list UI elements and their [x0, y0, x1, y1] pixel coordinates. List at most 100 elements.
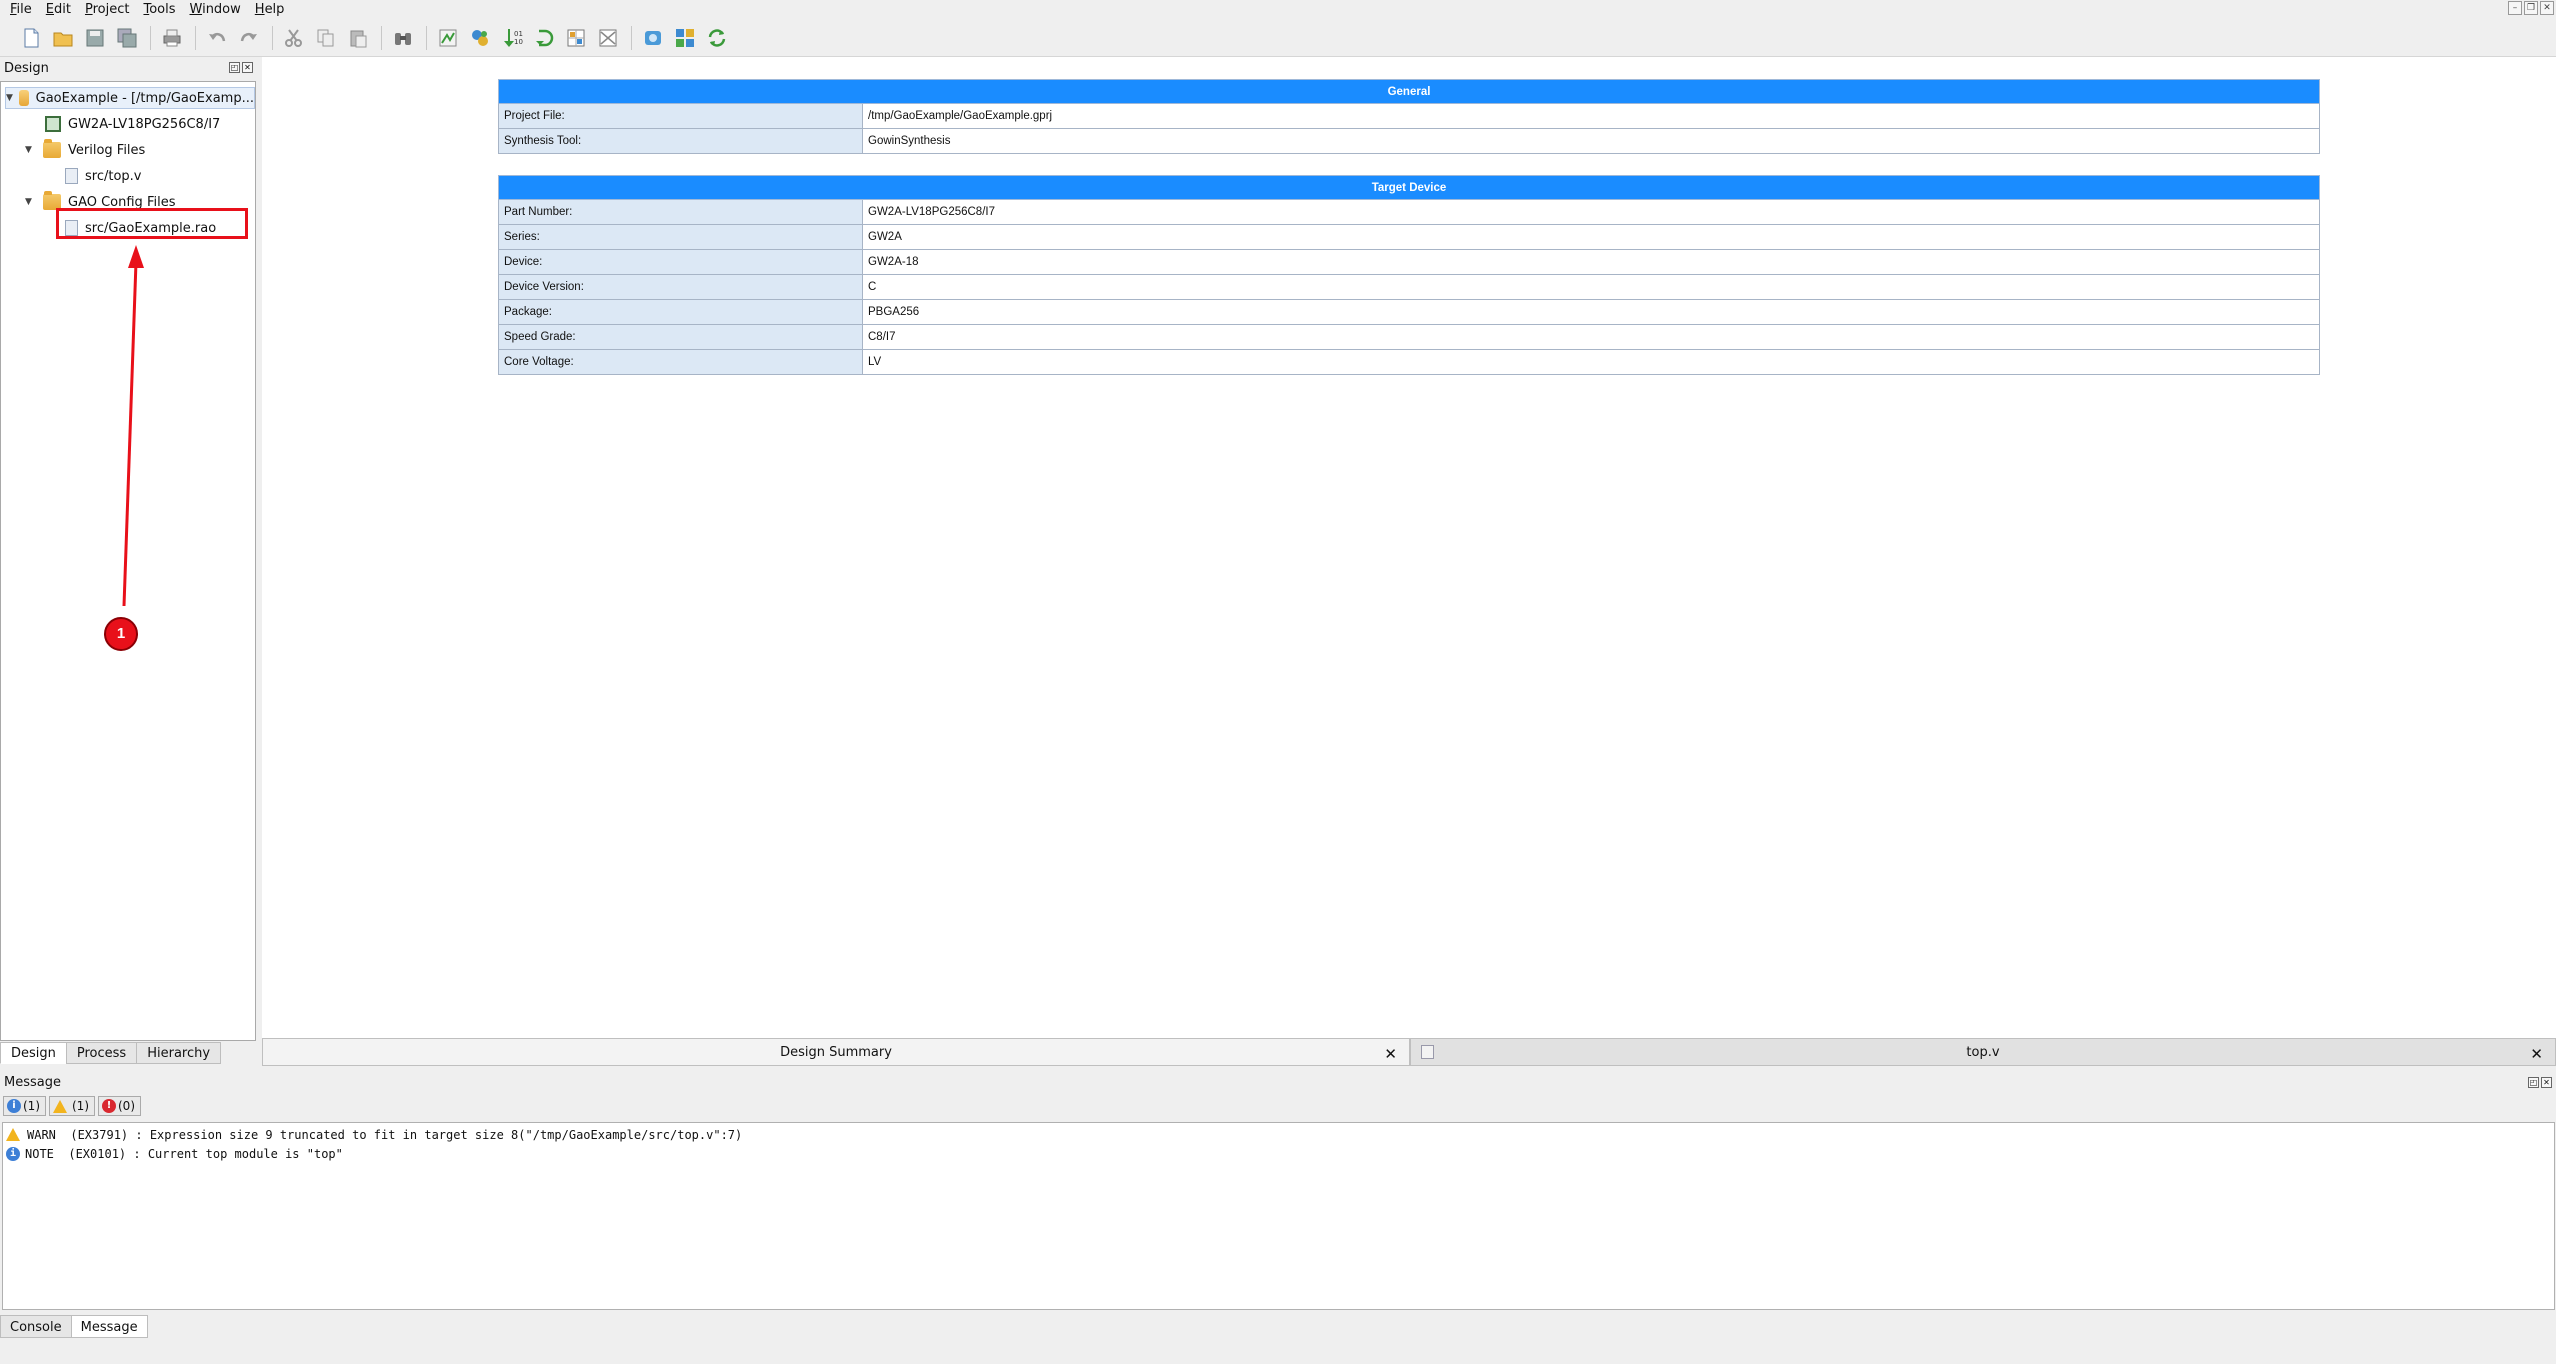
- tab-label: Design Summary: [780, 1044, 892, 1060]
- warning-icon: [6, 1128, 20, 1141]
- refresh-icon[interactable]: [704, 25, 730, 51]
- tab-message[interactable]: Message: [70, 1315, 148, 1338]
- chip-icon: [45, 116, 61, 132]
- file-icon: [65, 168, 78, 184]
- message-text: NOTE (EX0101) : Current top module is "t…: [25, 1146, 343, 1161]
- table-row: Device: GW2A-18: [498, 249, 2320, 275]
- part-number-value: GW2A-LV18PG256C8/I7: [862, 199, 2320, 225]
- expand-arrow-icon[interactable]: ▼: [25, 145, 37, 155]
- device-version-value: C: [862, 274, 2320, 300]
- floorplanner-icon[interactable]: [563, 25, 589, 51]
- open-folder-icon[interactable]: [50, 25, 76, 51]
- design-dock-buttons: ◰ ✕: [229, 62, 253, 73]
- close-tab-icon[interactable]: ✕: [2530, 1045, 2543, 1063]
- tree-item-label: GaoExample - [/tmp/GaoExamp...: [35, 90, 254, 106]
- tab-process[interactable]: Process: [65, 1042, 138, 1064]
- menu-window[interactable]: Window: [190, 2, 241, 17]
- paste-icon[interactable]: [345, 25, 371, 51]
- general-table: General Project File: /tmp/GaoExample/Ga…: [498, 79, 2320, 154]
- general-header: General: [498, 79, 2320, 104]
- tree-item-device[interactable]: GW2A-LV18PG256C8/I7: [45, 113, 220, 135]
- close-icon[interactable]: ✕: [242, 62, 253, 73]
- device-label: Device:: [498, 249, 863, 275]
- minimize-icon[interactable]: –: [2508, 1, 2522, 15]
- tree-item-label: GW2A-LV18PG256C8/I7: [68, 116, 221, 132]
- svg-text:01: 01: [514, 30, 523, 38]
- table-row: Speed Grade: C8/I7: [498, 324, 2320, 350]
- ip-core-icon[interactable]: [672, 25, 698, 51]
- info-icon: i: [7, 1099, 21, 1113]
- new-file-icon[interactable]: [18, 25, 44, 51]
- filter-error-button[interactable]: ! (0): [98, 1096, 141, 1116]
- toolbar-separator: [631, 25, 632, 50]
- filter-info-button[interactable]: i (1): [3, 1096, 46, 1116]
- warning-icon: [53, 1099, 67, 1113]
- run-synthesis-icon[interactable]: [435, 25, 461, 51]
- table-row: Package: PBGA256: [498, 299, 2320, 325]
- timing-icon[interactable]: [595, 25, 621, 51]
- toolbar-separator: [381, 25, 382, 50]
- edit-file-icon: [1421, 1045, 1434, 1059]
- undo-icon[interactable]: [204, 25, 230, 51]
- menu-edit[interactable]: Edit: [46, 2, 71, 17]
- bottom-panel-tabs: Console Message: [0, 1315, 148, 1338]
- target-device-table: Target Device Part Number: GW2A-LV18PG25…: [498, 175, 2320, 375]
- menu-help[interactable]: Help: [255, 2, 285, 17]
- tree-item-top-v[interactable]: src/top.v: [65, 165, 142, 187]
- expand-arrow-icon[interactable]: ▼: [6, 93, 13, 103]
- highlight-box: [56, 208, 248, 239]
- message-panel-title: Message ◰ ✕: [0, 1071, 2556, 1095]
- app-window: File Edit Project Tools Window Help – ❐ …: [0, 0, 2556, 1364]
- float-icon[interactable]: ◰: [2528, 1077, 2539, 1088]
- document-tabs: Design Summary ✕ top.v ✕: [262, 1038, 2556, 1066]
- tab-design-summary[interactable]: Design Summary ✕: [262, 1038, 1410, 1066]
- close-icon[interactable]: ✕: [2540, 1, 2554, 15]
- tree-item-label: Verilog Files: [68, 142, 146, 158]
- filter-warning-button[interactable]: (1): [49, 1096, 95, 1116]
- close-icon[interactable]: ✕: [2541, 1077, 2552, 1088]
- design-panel-title-text: Design: [4, 61, 49, 76]
- close-tab-icon[interactable]: ✕: [1384, 1045, 1397, 1063]
- tree-item-project[interactable]: ▼ GaoExample - [/tmp/GaoExamp...: [5, 87, 255, 109]
- print-icon[interactable]: [159, 25, 185, 51]
- gao-icon[interactable]: [640, 25, 666, 51]
- restart-icon[interactable]: [531, 25, 557, 51]
- synthesis-tool-label: Synthesis Tool:: [498, 128, 863, 154]
- target-device-header: Target Device: [498, 175, 2320, 200]
- menu-file[interactable]: File: [10, 2, 32, 17]
- toolbar-separator: [195, 25, 196, 50]
- menu-project[interactable]: Project: [85, 2, 130, 17]
- float-icon[interactable]: ◰: [229, 62, 240, 73]
- find-icon[interactable]: [390, 25, 416, 51]
- menu-bar: File Edit Project Tools Window Help – ❐ …: [0, 0, 2556, 19]
- tab-hierarchy[interactable]: Hierarchy: [136, 1042, 222, 1064]
- tab-design[interactable]: Design: [0, 1042, 67, 1064]
- menu-tools[interactable]: Tools: [143, 2, 175, 17]
- tab-console[interactable]: Console: [0, 1315, 72, 1338]
- place-route-icon[interactable]: [467, 25, 493, 51]
- device-version-label: Device Version:: [498, 274, 863, 300]
- list-item[interactable]: WARN (EX3791) : Expression size 9 trunca…: [6, 1125, 742, 1144]
- toolbar: 01 10: [0, 19, 2556, 57]
- core-voltage-label: Core Voltage:: [498, 349, 863, 375]
- redo-icon[interactable]: [236, 25, 262, 51]
- program-device-icon[interactable]: 01 10: [499, 25, 525, 51]
- speed-grade-value: C8/I7: [862, 324, 2320, 350]
- callout-badge: 1: [104, 617, 138, 651]
- save-all-icon[interactable]: [114, 25, 140, 51]
- list-item[interactable]: i NOTE (EX0101) : Current top module is …: [6, 1144, 343, 1163]
- filter-count: (1): [72, 1099, 89, 1113]
- message-panel-title-text: Message: [4, 1075, 61, 1090]
- restore-icon[interactable]: ❐: [2524, 1, 2538, 15]
- core-voltage-value: LV: [862, 349, 2320, 375]
- cut-icon[interactable]: [281, 25, 307, 51]
- tab-top-v[interactable]: top.v ✕: [1410, 1038, 2556, 1066]
- filter-count: (1): [23, 1099, 40, 1113]
- save-icon[interactable]: [82, 25, 108, 51]
- toolbar-separator: [150, 25, 151, 50]
- toolbar-separator: [272, 25, 273, 50]
- copy-icon[interactable]: [313, 25, 339, 51]
- package-value: PBGA256: [862, 299, 2320, 325]
- expand-arrow-icon[interactable]: ▼: [25, 197, 37, 207]
- tree-item-verilog-files[interactable]: ▼ Verilog Files: [25, 139, 145, 161]
